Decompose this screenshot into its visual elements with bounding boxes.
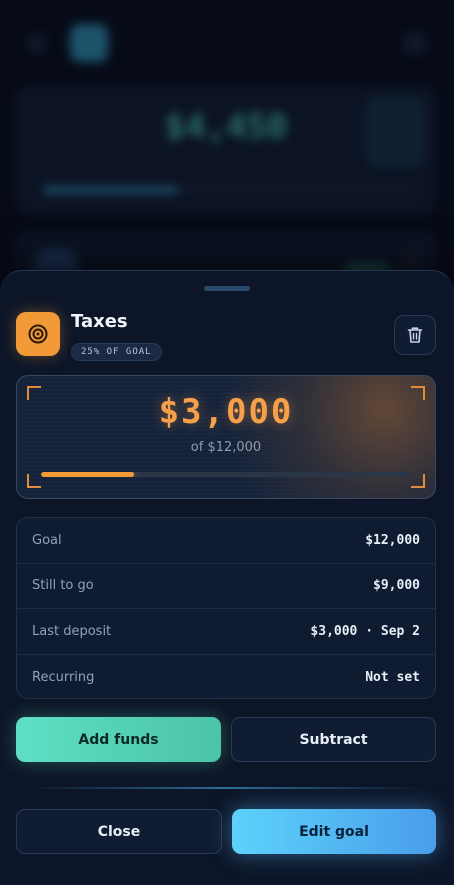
target-icon <box>16 312 60 356</box>
background-topbar <box>0 18 454 70</box>
subtract-button[interactable]: Subtract <box>231 717 436 762</box>
goal-progress-bar <box>41 472 411 477</box>
background-summary-card: $4,450 <box>16 86 436 214</box>
goal-detail-sheet: Taxes 25% OF GOAL $3,000 of $12,000 Goal… <box>0 270 454 885</box>
close-button[interactable]: Close <box>16 809 222 854</box>
goal-progress-badge: 25% OF GOAL <box>71 343 162 361</box>
sheet-drag-handle[interactable] <box>204 286 250 291</box>
saved-amount: $3,000 <box>158 392 294 432</box>
background-glow <box>365 97 425 167</box>
detail-row-still-to-go: Still to go $9,000 <box>17 564 435 609</box>
detail-label: Last deposit <box>32 623 112 639</box>
detail-row-recurring: Recurring Not set <box>17 655 435 699</box>
edit-goal-button[interactable]: Edit goal <box>232 809 436 854</box>
detail-value: $3,000 · Sep 2 <box>310 623 420 639</box>
detail-value: $9,000 <box>373 578 420 594</box>
background-logo-icon <box>70 24 108 62</box>
detail-row-goal: Goal $12,000 <box>17 518 435 564</box>
sheet-divider <box>30 787 424 789</box>
detail-label: Goal <box>32 532 62 548</box>
trash-icon <box>407 327 423 343</box>
corner-bracket <box>27 474 41 488</box>
goal-progress-fill <box>41 472 134 477</box>
detail-value: Not set <box>365 669 420 685</box>
detail-value: $12,000 <box>365 532 420 548</box>
corner-bracket <box>411 474 425 488</box>
goal-title: Taxes <box>71 311 128 332</box>
detail-label: Still to go <box>32 578 94 594</box>
background-menu-icon <box>404 32 426 54</box>
background-back-icon <box>28 34 46 52</box>
detail-row-last-deposit: Last deposit $3,000 · Sep 2 <box>17 609 435 655</box>
goal-details-list: Goal $12,000 Still to go $9,000 Last dep… <box>16 517 436 699</box>
add-funds-button[interactable]: Add funds <box>16 717 221 762</box>
goal-hero-card: $3,000 of $12,000 <box>16 375 436 499</box>
background-summary-progress <box>43 187 409 193</box>
detail-label: Recurring <box>32 669 95 685</box>
goal-target-subtitle: of $12,000 <box>190 440 262 455</box>
delete-goal-button[interactable] <box>394 315 436 355</box>
